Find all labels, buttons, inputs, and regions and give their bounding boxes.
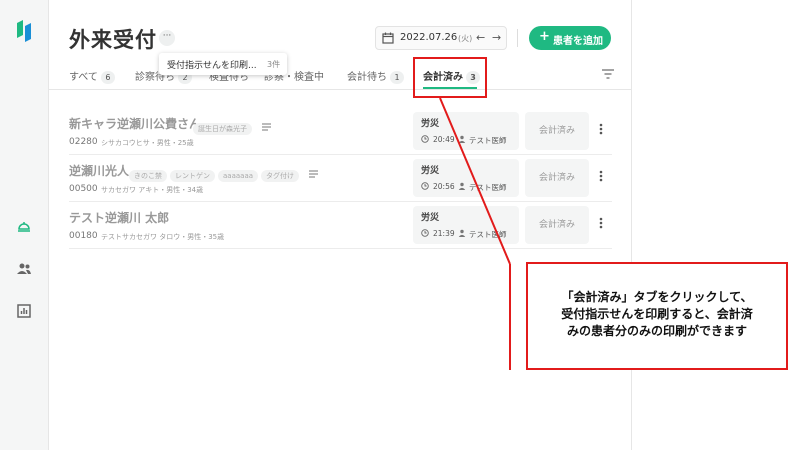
sidebar [0,0,49,450]
doctor-icon [458,229,466,237]
print-instruction-count: 3件 [267,60,281,69]
patient-tag: 誕生日が森光子 [193,123,252,135]
insurance-type: 労災 [421,166,440,176]
analytics-chart-icon[interactable] [16,303,32,319]
print-instruction-label: 受付指示せんを印刷... [167,61,257,71]
payment-status-button[interactable]: 会計済み [525,112,589,150]
patient-id: 02280 [69,137,98,147]
patient-tag: aaaaaaa [218,170,259,182]
patient-name: 逆瀬川光人 [69,164,130,178]
more-options-button[interactable]: ··· [159,30,175,46]
date-picker[interactable]: 2022.07.26 (火) ← → [375,26,507,50]
annotation-vertical-line [509,264,511,370]
reception-bell-icon[interactable] [16,218,32,234]
patient-id: 00180 [69,231,98,241]
payment-status-button[interactable]: 会計済み [525,159,589,197]
filter-icon[interactable] [602,69,614,79]
payment-status-button[interactable]: 会計済み [525,206,589,244]
reception-time: 20:56 [433,182,455,191]
add-patient-label: 患者を追加 [553,36,603,47]
patients-icon[interactable] [16,261,32,277]
row-menu-icon[interactable] [599,217,603,229]
clock-icon [421,229,429,237]
app-logo-icon[interactable] [16,20,32,42]
patient-tags: 誕生日が森光子 [193,116,272,135]
memo-icon[interactable] [309,170,319,178]
patient-meta: シサカコウヒサ・男性・25歳 [101,139,194,147]
prev-day-button[interactable]: ← [476,31,485,44]
row-menu-icon[interactable] [599,123,603,135]
date-weekday: (火) [458,34,473,43]
annotation-text: 「会計済み」タブをクリックして、 受付指示せんを印刷すると、会計済 みの患者分の… [534,289,780,340]
insurance-card[interactable]: 労災 21:39 テスト医師 [413,206,519,244]
annotation-line-1: 「会計済み」タブをクリックして、 [561,290,753,304]
patient-tags: きのこ禁 レントゲン aaaaaaa タグ付け [129,163,319,182]
patient-row[interactable]: テスト逆瀬川 太郎 00180 テストサカセガワ タロウ・男性・35歳 労災 2… [69,203,612,249]
doctor-name: テスト医師 [469,230,507,239]
status-tabs: すべて 6 診察待ち 2 検査待ち 診察・検査中 会計待ち 1 会計済み 3 [49,62,632,90]
patient-tag: きのこ禁 [129,170,167,182]
reception-time: 20:49 [433,135,455,144]
insurance-type: 労災 [421,213,440,223]
doctor-icon [458,182,466,190]
reception-time: 21:39 [433,229,455,238]
print-instruction-tooltip[interactable]: 受付指示せんを印刷... 3件 [159,53,287,75]
memo-icon[interactable] [262,123,272,131]
tab-all[interactable]: すべて 6 [69,68,115,84]
doctor-icon [458,135,466,143]
tab-count: 1 [390,71,404,84]
tab-waiting-payment[interactable]: 会計待ち 1 [347,68,404,84]
date-value: 2022.07.26 [400,32,458,43]
patient-row[interactable]: 逆瀬川光人 きのこ禁 レントゲン aaaaaaa タグ付け 00500 サカセガワ ア… [69,156,612,202]
row-menu-icon[interactable] [599,170,603,182]
insurance-type: 労災 [421,119,440,129]
calendar-icon [382,32,394,44]
patient-name: 新キャラ逆瀬川公費さん [69,117,202,131]
patient-tag: レントゲン [170,170,215,182]
patient-id: 00500 [69,184,98,194]
annotation-line-3: みの患者分のみの印刷ができます [566,324,747,338]
header-divider [517,29,518,47]
main-panel: 外来受付 ··· 2022.07.26 (火) ← → + 患者を追加 受付指示… [49,0,632,450]
patient-name: テスト逆瀬川 太郎 [69,211,170,225]
clock-icon [421,135,429,143]
annotation-highlight-box [413,57,487,98]
insurance-card[interactable]: 労災 20:49 テスト医師 [413,112,519,150]
next-day-button[interactable]: → [492,31,501,44]
plus-icon: + [539,29,550,44]
clock-icon [421,182,429,190]
patient-row[interactable]: 新キャラ逆瀬川公費さん 誕生日が森光子 02280 シサカコウヒサ・男性・25歳… [69,109,612,155]
patient-meta: テストサカセガワ タロウ・男性・35歳 [101,233,225,241]
patient-meta: サカセガワ アキト・男性・34歳 [101,186,204,194]
doctor-name: テスト医師 [469,183,507,192]
add-patient-button[interactable]: + 患者を追加 [529,26,611,50]
doctor-name: テスト医師 [469,136,507,145]
annotation-callout: 「会計済み」タブをクリックして、 受付指示せんを印刷すると、会計済 みの患者分の… [526,262,788,370]
patient-tag: タグ付け [261,170,300,182]
annotation-line-2: 受付指示せんを印刷すると、会計済 [561,307,753,321]
page-title: 外来受付 [69,28,157,52]
insurance-card[interactable]: 労災 20:56 テスト医師 [413,159,519,197]
tab-count: 6 [100,71,115,84]
